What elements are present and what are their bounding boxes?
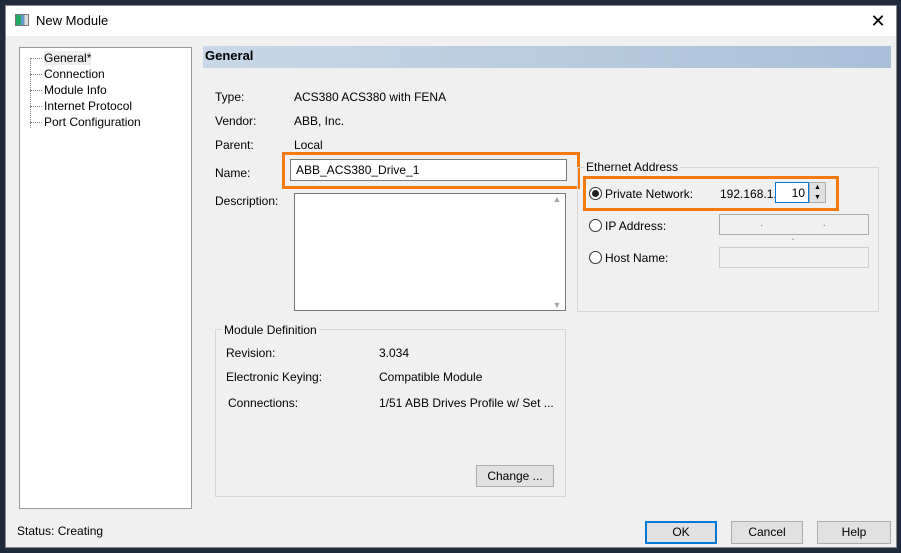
type-value: ACS380 ACS380 with FENA [294, 90, 447, 104]
ip-address-radio[interactable] [589, 219, 602, 232]
description-label: Description: [215, 194, 279, 208]
tree-item-connection[interactable]: Connection [44, 67, 105, 81]
change-button[interactable]: Change ... [476, 465, 554, 487]
tree-line [30, 58, 31, 128]
description-textarea[interactable] [294, 193, 566, 311]
ethernet-address-title: Ethernet Address [584, 160, 681, 174]
parent-label: Parent: [215, 138, 254, 152]
private-network-highlight [583, 176, 839, 211]
host-name-label: Host Name: [605, 251, 669, 265]
revision-label: Revision: [226, 346, 276, 360]
keying-label: Electronic Keying: [226, 370, 323, 384]
name-highlight [282, 152, 580, 189]
cancel-button[interactable]: Cancel [731, 521, 803, 544]
vendor-label: Vendor: [215, 114, 257, 128]
type-label: Type: [215, 90, 245, 104]
app-icon [15, 14, 29, 26]
revision-value: 3.034 [379, 346, 410, 360]
host-name-input[interactable] [719, 247, 869, 268]
title-bar: New Module ✕ [6, 6, 896, 36]
tree-item-general[interactable]: General* [44, 51, 92, 65]
window-title: New Module [36, 13, 109, 28]
ip-address-label: IP Address: [605, 219, 667, 233]
module-definition-title: Module Definition [222, 323, 319, 337]
keying-value: Compatible Module [379, 370, 483, 384]
ok-button[interactable]: OK [645, 521, 717, 544]
host-name-radio[interactable] [589, 251, 602, 264]
parent-value: Local [294, 138, 323, 152]
vendor-value: ABB, Inc. [294, 114, 345, 128]
tree-item-port-configuration[interactable]: Port Configuration [44, 115, 141, 129]
name-label: Name: [215, 166, 251, 180]
status-text: Status: Creating [17, 524, 104, 538]
ip-address-input[interactable]: . . . [719, 214, 869, 243]
help-button[interactable]: Help [817, 521, 891, 544]
section-header: General [203, 46, 891, 68]
tree-item-module-info[interactable]: Module Info [44, 83, 107, 97]
description-scrollbar[interactable]: ▲ ▼ [549, 194, 565, 310]
new-module-dialog: New Module ✕ General* Connection Module … [5, 5, 897, 548]
category-tree: General* Connection Module Info Internet… [19, 47, 192, 509]
connections-value: 1/51 ABB Drives Profile w/ Set ... [379, 396, 554, 410]
tree-item-internet-protocol[interactable]: Internet Protocol [44, 99, 132, 113]
close-icon[interactable]: ✕ [864, 9, 892, 33]
connections-label: Connections: [228, 396, 299, 410]
